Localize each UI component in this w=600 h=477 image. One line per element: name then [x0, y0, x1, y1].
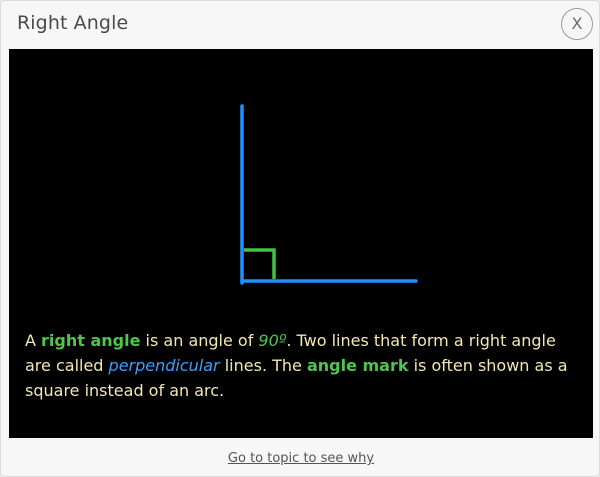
dialog-title: Right Angle [17, 12, 129, 34]
caption-part: A [25, 331, 42, 350]
term-right-angle: right angle [41, 331, 141, 350]
illustration-panel: A right angle is an angle of 90º. Two li… [9, 49, 593, 438]
dialog-window: Right Angle X A right angle is an angle … [0, 0, 600, 477]
angle-mark [244, 248, 276, 279]
term-angle-mark: angle mark [306, 356, 409, 375]
degrees-value: 90º [258, 331, 287, 350]
right-angle-figure [240, 104, 418, 285]
go-to-topic-link[interactable]: Go to topic to see why [1, 451, 600, 466]
term-perpendicular: perpendicular [108, 356, 220, 375]
close-button[interactable]: X [561, 8, 593, 40]
right-angle-lines [240, 104, 418, 285]
caption-part: is an angle of [140, 331, 259, 350]
caption-part: lines. The [219, 356, 307, 375]
caption-text: A right angle is an angle of 90º. Two li… [25, 328, 581, 403]
